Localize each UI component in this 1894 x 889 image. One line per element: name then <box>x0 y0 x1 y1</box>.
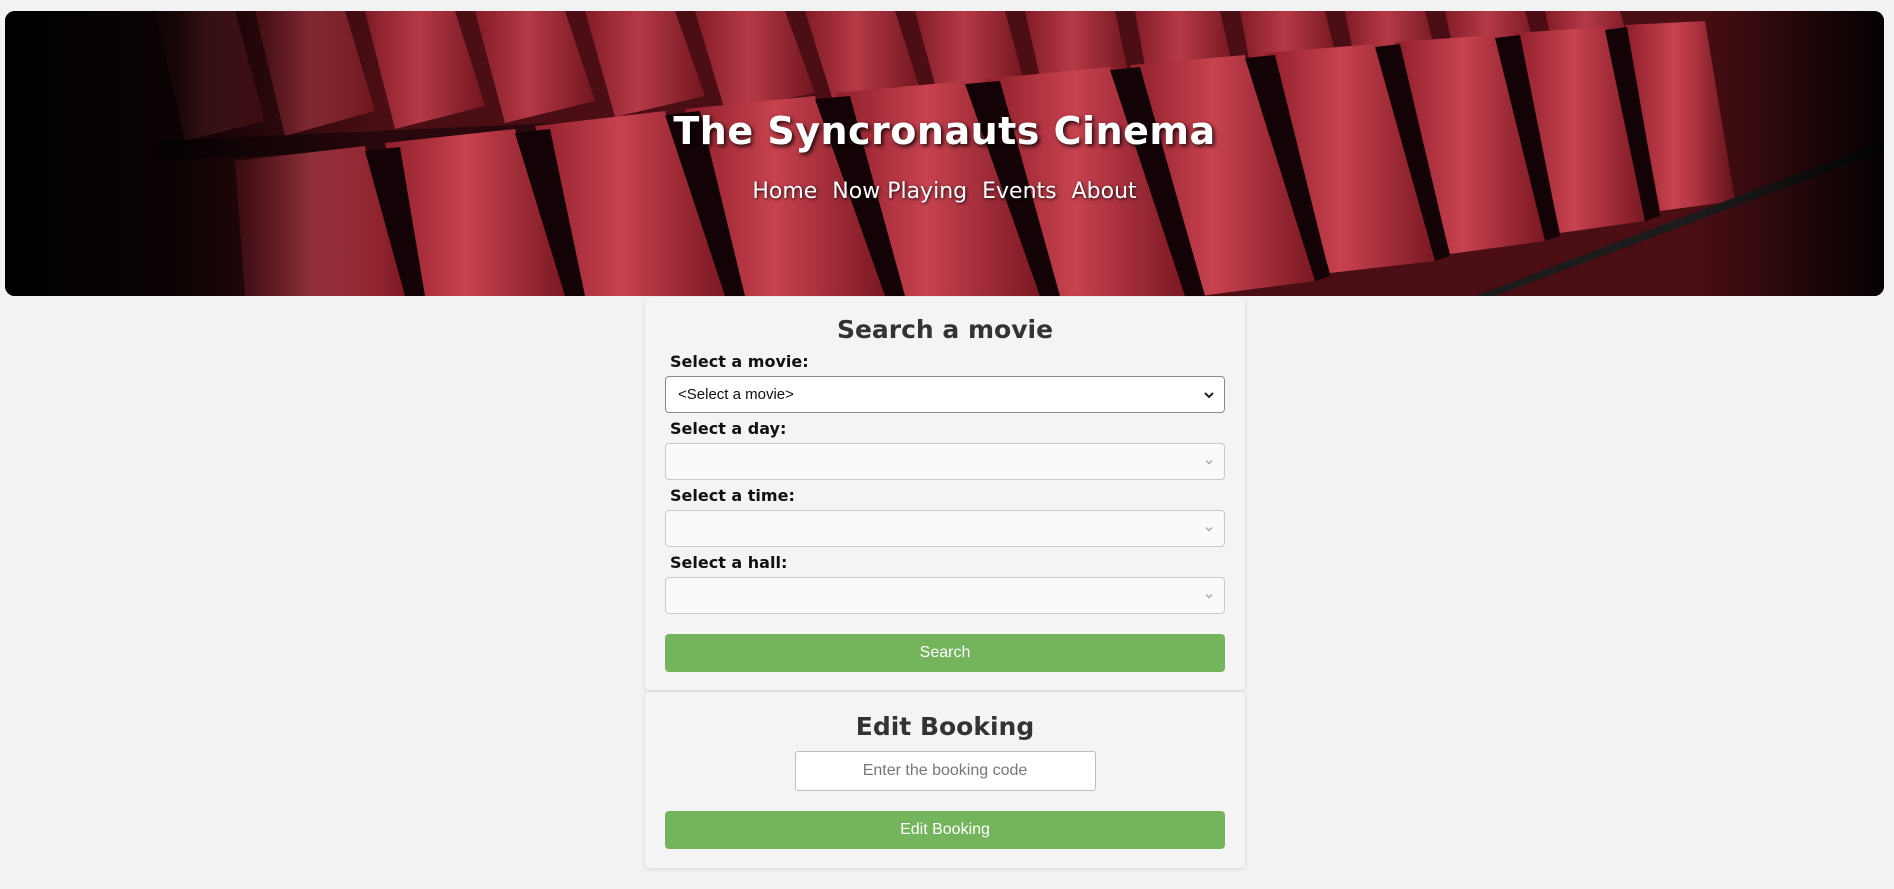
time-select[interactable] <box>665 510 1225 547</box>
chevron-down-icon <box>1205 526 1213 532</box>
search-button[interactable]: Search <box>665 634 1225 672</box>
site-title: The Syncronauts Cinema <box>673 109 1216 153</box>
main-nav: Home Now Playing Events About <box>5 179 1884 204</box>
search-heading: Search a movie <box>836 315 1054 344</box>
search-movie-card: Search a movie Select a movie: <Select a… <box>645 297 1245 690</box>
movie-select-value: <Select a movie> <box>678 386 794 403</box>
chevron-down-icon <box>1205 459 1213 465</box>
movie-label: Select a movie: <box>670 352 809 371</box>
time-label: Select a time: <box>670 486 795 505</box>
hall-label: Select a hall: <box>670 553 788 572</box>
nav-about[interactable]: About <box>1072 179 1137 204</box>
nav-events[interactable]: Events <box>982 179 1057 204</box>
nav-home[interactable]: Home <box>752 179 817 204</box>
day-select[interactable] <box>665 443 1225 480</box>
cinema-seats-image <box>5 11 1884 296</box>
nav-now-playing[interactable]: Now Playing <box>832 179 967 204</box>
hall-select[interactable] <box>665 577 1225 614</box>
hero-banner: The Syncronauts Cinema Home Now Playing … <box>5 11 1884 296</box>
edit-booking-button[interactable]: Edit Booking <box>665 811 1225 849</box>
chevron-down-icon <box>1205 593 1213 599</box>
edit-booking-card: Edit Booking Edit Booking <box>645 692 1245 868</box>
movie-select[interactable]: <Select a movie> <box>665 376 1225 413</box>
day-label: Select a day: <box>670 419 787 438</box>
edit-booking-heading: Edit Booking <box>855 712 1035 741</box>
booking-code-input[interactable] <box>794 751 1096 791</box>
chevron-down-icon <box>1204 392 1214 399</box>
